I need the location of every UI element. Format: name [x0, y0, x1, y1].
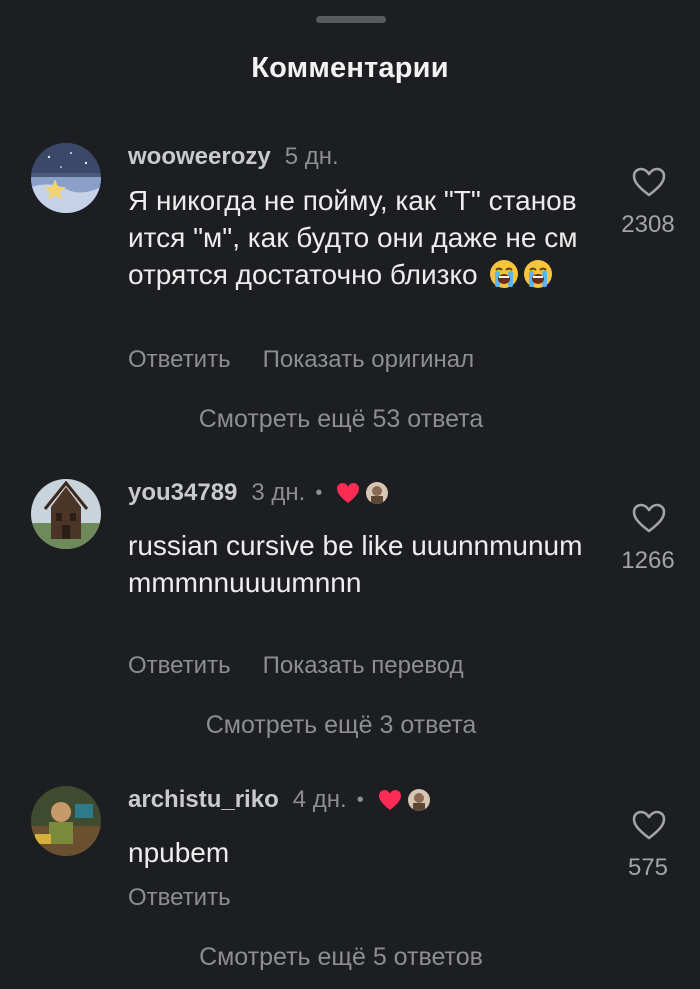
show-translation-button[interactable]: Показать перевод	[263, 652, 464, 680]
loudly-crying-face-icon	[489, 259, 519, 289]
heart-outline-icon[interactable]	[631, 502, 667, 534]
heart-filled-icon	[337, 483, 360, 503]
creator-avatar	[366, 482, 389, 504]
like-count: 2308	[621, 211, 675, 238]
avatar[interactable]	[31, 786, 101, 856]
avatar[interactable]	[31, 479, 101, 549]
view-more-replies-button[interactable]: Смотреть ещё 5 ответов	[0, 943, 682, 972]
heart-outline-icon[interactable]	[631, 809, 667, 841]
view-more-replies-button[interactable]: Смотреть ещё 3 ответа	[0, 711, 682, 740]
like-count: 1266	[621, 547, 675, 574]
reply-button[interactable]: Ответить	[128, 884, 231, 912]
comment-text: npubem	[128, 837, 230, 868]
sheet-title: Комментарии	[251, 52, 449, 84]
separator-dot: •	[315, 481, 323, 504]
drag-handle[interactable]	[316, 16, 386, 23]
view-more-replies-button[interactable]: Смотреть ещё 53 ответа	[0, 405, 682, 434]
reply-button[interactable]: Ответить	[128, 346, 231, 374]
comment-text: Я никогда не пойму, как "Т" становится "…	[128, 182, 590, 293]
avatar[interactable]	[31, 143, 101, 213]
creator-avatar	[407, 789, 430, 811]
like-count: 575	[627, 854, 669, 881]
comment-time: 5 дн.	[284, 143, 339, 170]
loudly-crying-face-icon	[523, 259, 553, 289]
show-original-button[interactable]: Показать оригинал	[263, 346, 475, 374]
heart-filled-icon	[378, 790, 401, 810]
comment-time: 3 дн.	[251, 479, 306, 506]
username[interactable]: wooweerozy	[128, 143, 271, 171]
username[interactable]: archistu_riko	[128, 786, 279, 814]
heart-outline-icon[interactable]	[631, 166, 667, 198]
comment-time: 4 дн.	[292, 786, 347, 813]
separator-dot: •	[356, 788, 364, 811]
username[interactable]: you34789	[128, 479, 237, 507]
reply-button[interactable]: Ответить	[128, 652, 231, 680]
comment-text: russian cursive be like uuunnmunummmmnnu…	[128, 530, 583, 598]
